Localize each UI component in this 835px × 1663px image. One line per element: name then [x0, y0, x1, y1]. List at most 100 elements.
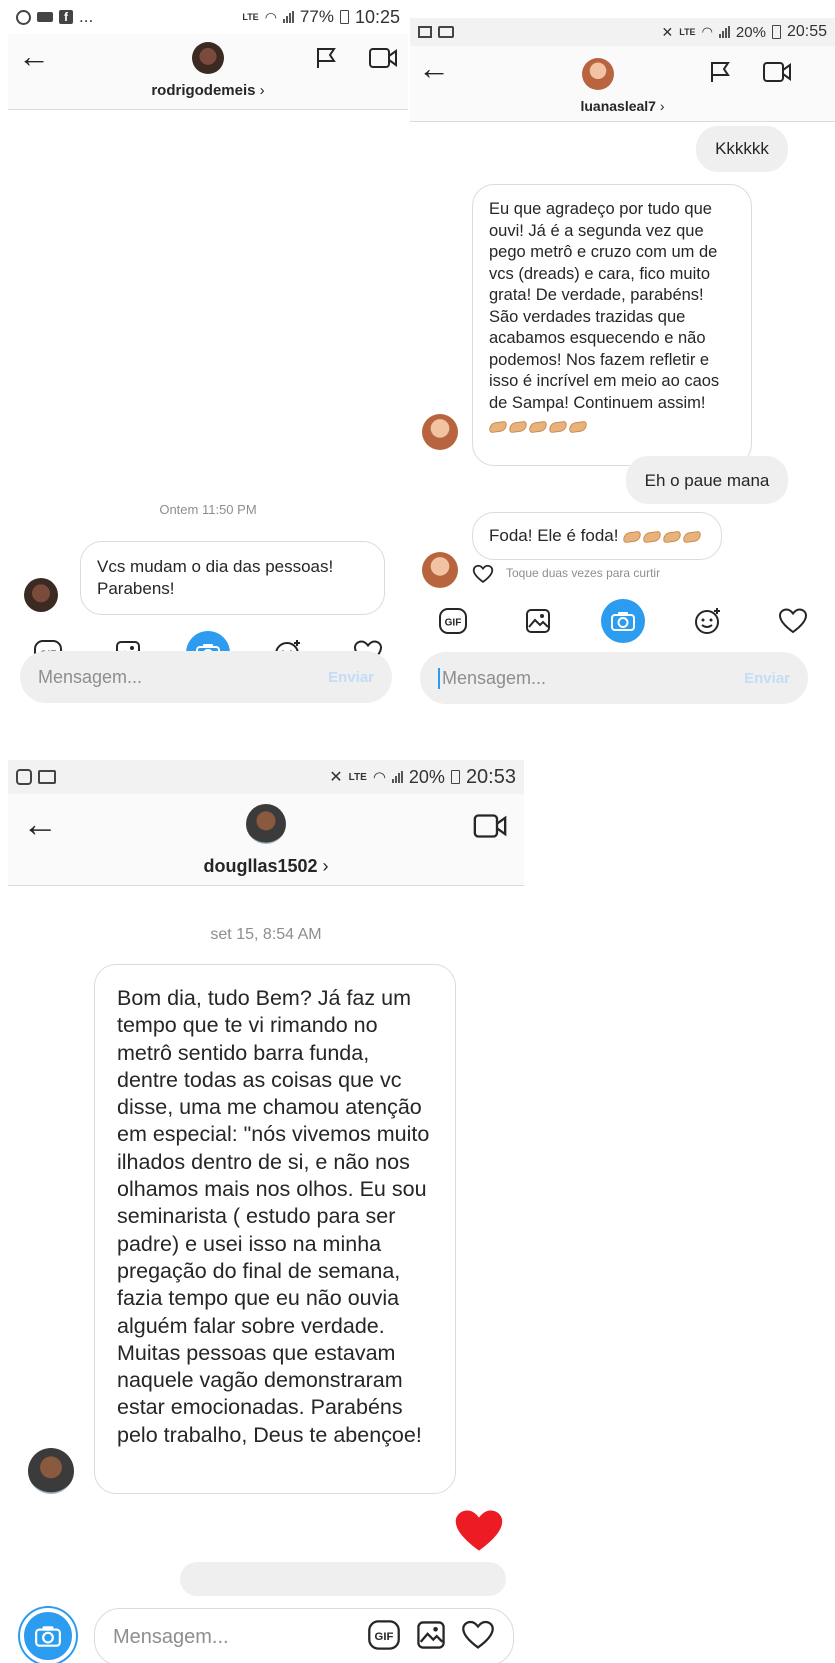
signal-icon: [718, 26, 730, 38]
composer-bar: Mensagem... GIF: [8, 1598, 524, 1663]
gif-icon: GIF: [368, 1619, 400, 1650]
like-button[interactable]: [461, 1619, 495, 1656]
network-type: LTE: [348, 771, 367, 783]
heart-icon: [462, 1620, 494, 1649]
timestamp: set 15, 8:54 AM: [210, 926, 322, 943]
message-bubble-mine[interactable]: Kkkkkk: [696, 126, 788, 172]
svg-text:GIF: GIF: [375, 1631, 394, 1643]
gallery-button[interactable]: [415, 1619, 447, 1656]
punch-emoji-icon: [528, 420, 548, 433]
message-input[interactable]: Mensagem... Enviar: [20, 651, 392, 703]
username-link[interactable]: rodrigodemeis ›: [8, 82, 408, 99]
chat-header: ← luanasleal7 ›: [410, 46, 835, 122]
wifi-icon: ◠: [701, 24, 713, 39]
send-button[interactable]: Enviar: [744, 670, 790, 687]
back-arrow-icon[interactable]: ←: [418, 52, 450, 84]
heart-icon: [778, 608, 807, 634]
avatar[interactable]: [422, 552, 458, 588]
battery-icon: [771, 25, 781, 39]
battery-percent: 77%: [299, 7, 334, 26]
flag-icon[interactable]: [314, 46, 338, 70]
username-link[interactable]: dougllas1502 ›: [8, 856, 524, 877]
chat-panel-dougllas1502: ✕ LTE ◠ 20% 20:53 ← dougllas1502 › set 1…: [8, 760, 524, 1663]
message-bubble-mine-cropped[interactable]: [180, 1562, 506, 1596]
message-bubble[interactable]: Bom dia, tudo Bem? Já faz um tempo que t…: [94, 964, 456, 1494]
message-placeholder: Mensagem...: [113, 1625, 229, 1648]
message-bubble[interactable]: Eu que agradeço por tudo que ouvi! Já é …: [472, 184, 752, 466]
gallery-button[interactable]: [516, 599, 560, 643]
message-input[interactable]: Mensagem... GIF: [94, 1608, 514, 1663]
emoji-row: [488, 416, 735, 438]
video-call-icon[interactable]: [762, 60, 792, 84]
more-notifications: ...: [79, 7, 94, 26]
avatar[interactable]: [422, 414, 458, 450]
heart-reaction-icon: [455, 1510, 503, 1551]
avatar[interactable]: [192, 42, 224, 74]
status-bar: f ... LTE ◠ 77% 10:25: [8, 0, 408, 34]
send-button[interactable]: Enviar: [328, 669, 374, 686]
camera-button[interactable]: [600, 599, 645, 643]
avatar[interactable]: [24, 578, 58, 612]
voicemail-icon: [38, 770, 56, 784]
like-button[interactable]: [771, 599, 815, 643]
message-bubble[interactable]: Vcs mudam o dia das pessoas! Parabens!: [80, 541, 385, 615]
voicemail-icon: [438, 26, 454, 38]
battery-percent: 20%: [735, 23, 766, 41]
gif-button[interactable]: GIF: [367, 1618, 401, 1657]
back-arrow-icon[interactable]: ←: [18, 40, 50, 72]
timestamp: Ontem 11:50 PM: [159, 502, 257, 517]
camera-icon: [35, 1626, 61, 1647]
punch-emoji-icon: [488, 420, 508, 433]
message-placeholder: Mensagem...: [38, 666, 143, 687]
video-call-icon[interactable]: [472, 812, 508, 840]
composer-tools: GIF: [410, 598, 835, 644]
camera-icon: [610, 612, 635, 631]
flag-icon[interactable]: [708, 60, 732, 84]
clock: 20:53: [465, 765, 516, 788]
punch-emoji-icon: [622, 530, 642, 543]
punch-emoji-icon: [682, 530, 702, 543]
message-bubble[interactable]: Foda! Ele é foda!: [472, 512, 722, 560]
avatar[interactable]: [28, 1448, 74, 1494]
gallery-notify-icon: [418, 26, 432, 38]
gif-button[interactable]: GIF: [431, 599, 475, 643]
instagram-icon: [16, 769, 32, 785]
status-bar: ✕ LTE ◠ 20% 20:53: [8, 760, 524, 794]
chat-header: ← dougllas1502 ›: [8, 794, 524, 886]
punch-emoji-icon: [548, 420, 568, 433]
punch-emoji-icon: [508, 420, 528, 433]
message-placeholder: Mensagem...: [438, 667, 546, 689]
wifi-icon: ◠: [264, 8, 277, 25]
avatar[interactable]: [582, 58, 614, 90]
video-call-icon[interactable]: [368, 46, 398, 70]
heart-outline-icon[interactable]: [472, 564, 494, 584]
punch-emoji-icon: [568, 420, 588, 433]
back-arrow-icon[interactable]: ←: [22, 806, 58, 842]
status-bar: ✕ LTE ◠ 20% 20:55: [410, 18, 835, 46]
message-bubble-mine[interactable]: Eh o paue mana: [626, 456, 788, 504]
mute-icon: ✕: [329, 769, 343, 786]
punch-emoji-icon: [662, 530, 682, 543]
wifi-icon: ◠: [372, 769, 386, 786]
battery-percent: 20%: [408, 766, 445, 787]
avatar[interactable]: [246, 804, 286, 844]
gif-icon: GIF: [438, 608, 467, 634]
clock: 10:25: [354, 6, 400, 27]
camera-notify-icon: [37, 12, 53, 22]
punch-emoji-icon: [642, 530, 662, 543]
username-link[interactable]: luanasleal7 ›: [410, 98, 835, 114]
image-icon: [525, 609, 550, 633]
network-type: LTE: [242, 12, 259, 22]
network-type: LTE: [679, 27, 696, 37]
battery-icon: [450, 770, 460, 784]
message-input[interactable]: Mensagem... Enviar: [420, 652, 808, 704]
camera-button[interactable]: [20, 1608, 76, 1663]
sticker-button[interactable]: [686, 599, 730, 643]
like-hint: Toque duas vezes para curtir: [506, 566, 661, 580]
whatsapp-icon: [16, 9, 31, 25]
facebook-icon: f: [59, 10, 73, 24]
signal-icon: [391, 771, 403, 783]
clock: 20:55: [786, 23, 827, 40]
svg-text:GIF: GIF: [444, 618, 461, 629]
image-icon: [417, 1620, 445, 1649]
